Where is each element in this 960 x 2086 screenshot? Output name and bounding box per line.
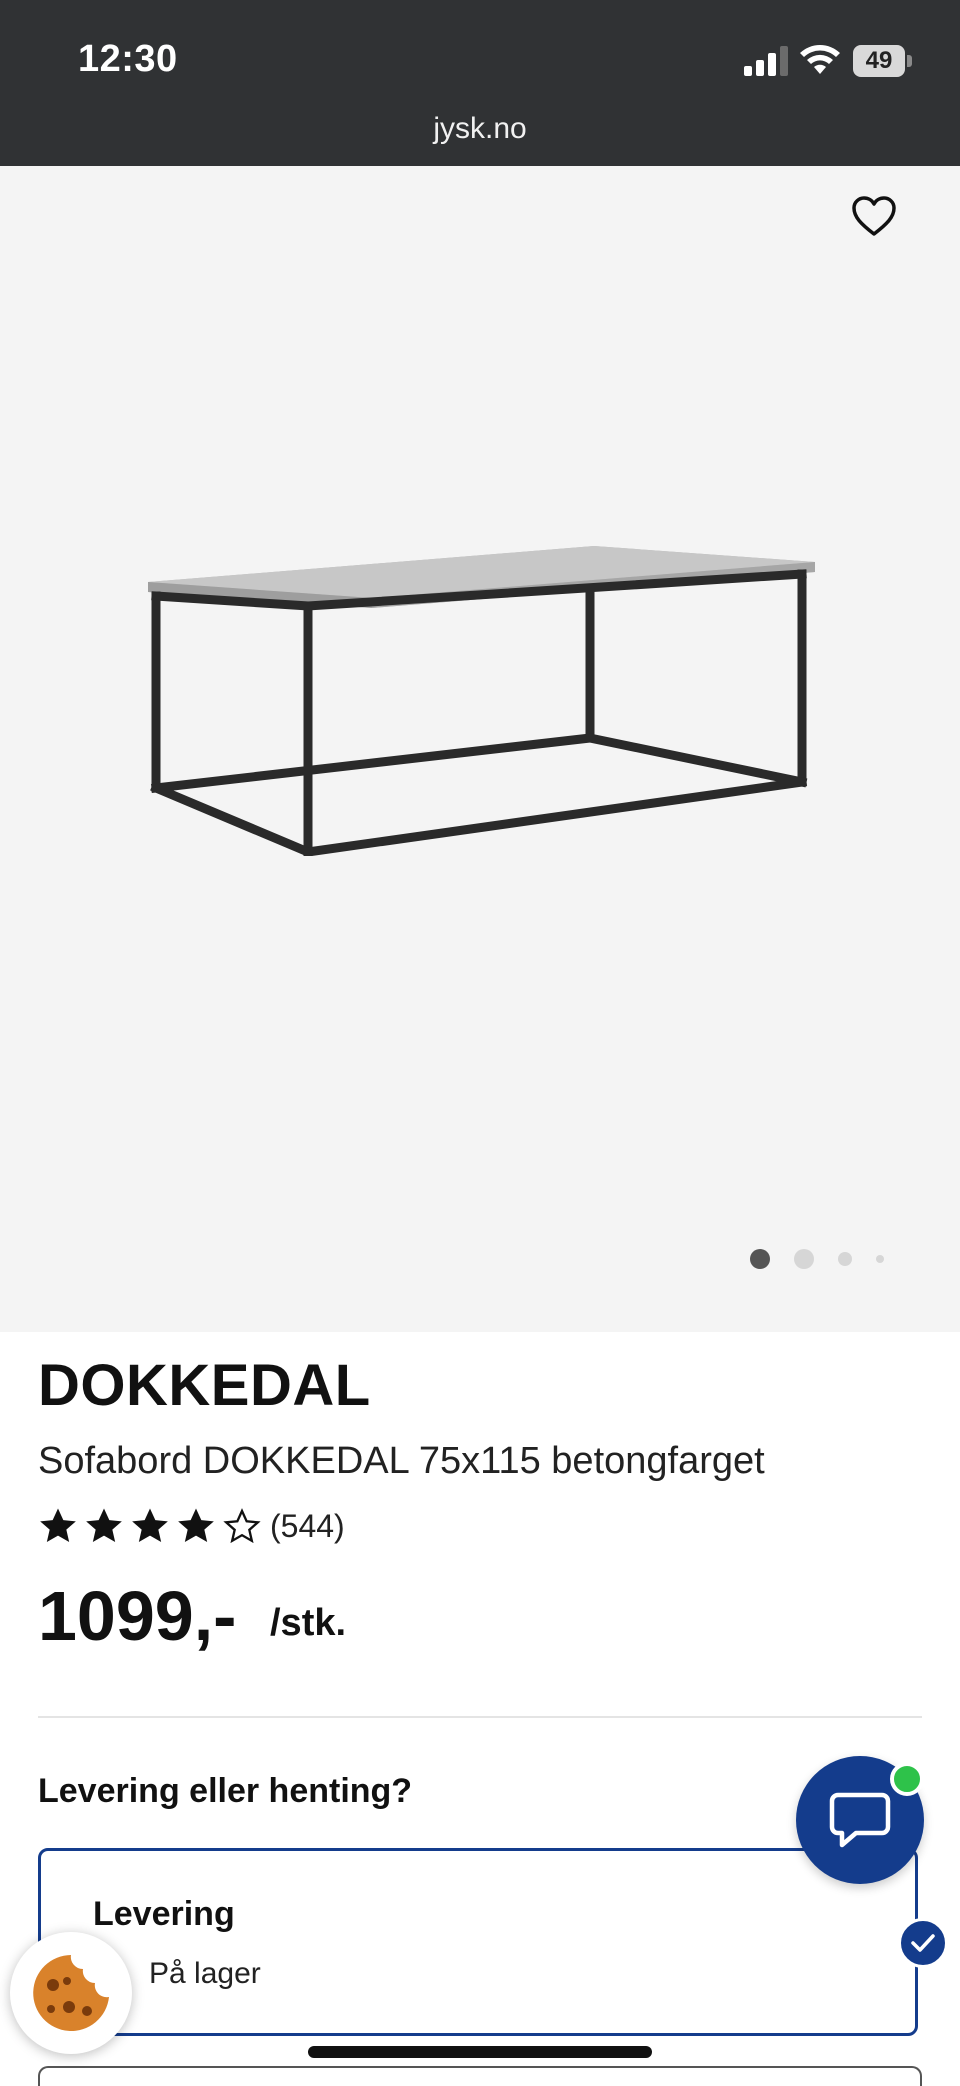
divider (38, 1716, 922, 1718)
star-outline-icon (223, 1508, 261, 1544)
battery-icon: 49 (853, 45, 913, 77)
star-filled-icon (86, 1508, 122, 1542)
online-status-badge (890, 1762, 924, 1796)
home-indicator (308, 2046, 652, 2058)
pagination-dot-active[interactable] (750, 1249, 770, 1269)
price-unit: /stk. (270, 1602, 347, 1644)
product-gallery[interactable] (0, 166, 960, 1332)
chat-bubble-icon (829, 1792, 891, 1848)
status-bar: 12:30 49 jysk.no (0, 0, 960, 166)
product-price: 1099,- (38, 1577, 237, 1655)
heart-outline-icon (852, 196, 896, 236)
star-filled-icon (178, 1508, 214, 1542)
pagination-dot[interactable] (876, 1255, 884, 1263)
delivery-option-title: Levering (93, 1895, 235, 1933)
favorite-button[interactable] (834, 176, 914, 256)
battery-level: 49 (853, 45, 905, 77)
wifi-icon (800, 45, 840, 74)
product-brand: DOKKEDAL (38, 1353, 371, 1418)
star-filled-icon (132, 1508, 168, 1542)
gallery-pagination[interactable] (748, 1242, 898, 1272)
rating-stars[interactable] (38, 1506, 262, 1546)
cookie-settings-button[interactable] (10, 1932, 132, 2054)
stock-status: På lager (149, 1957, 261, 1990)
product-name: Sofabord DOKKEDAL 75x115 betongfarget (38, 1440, 765, 1482)
selected-check-icon (898, 1918, 948, 1968)
delivery-option-card[interactable]: Levering På lager (38, 1848, 918, 2036)
status-time: 12:30 (78, 38, 178, 80)
product-image[interactable] (140, 546, 820, 856)
cellular-signal-icon (744, 46, 788, 76)
next-option-card[interactable] (38, 2066, 922, 2086)
delivery-question: Levering eller henting? (38, 1772, 413, 1810)
review-count[interactable]: (544) (270, 1508, 345, 1545)
star-filled-icon (40, 1508, 76, 1542)
pagination-dot[interactable] (838, 1252, 852, 1266)
address-bar-url[interactable]: jysk.no (0, 112, 960, 146)
cookie-icon (33, 1955, 109, 2031)
pagination-dot[interactable] (794, 1249, 814, 1269)
